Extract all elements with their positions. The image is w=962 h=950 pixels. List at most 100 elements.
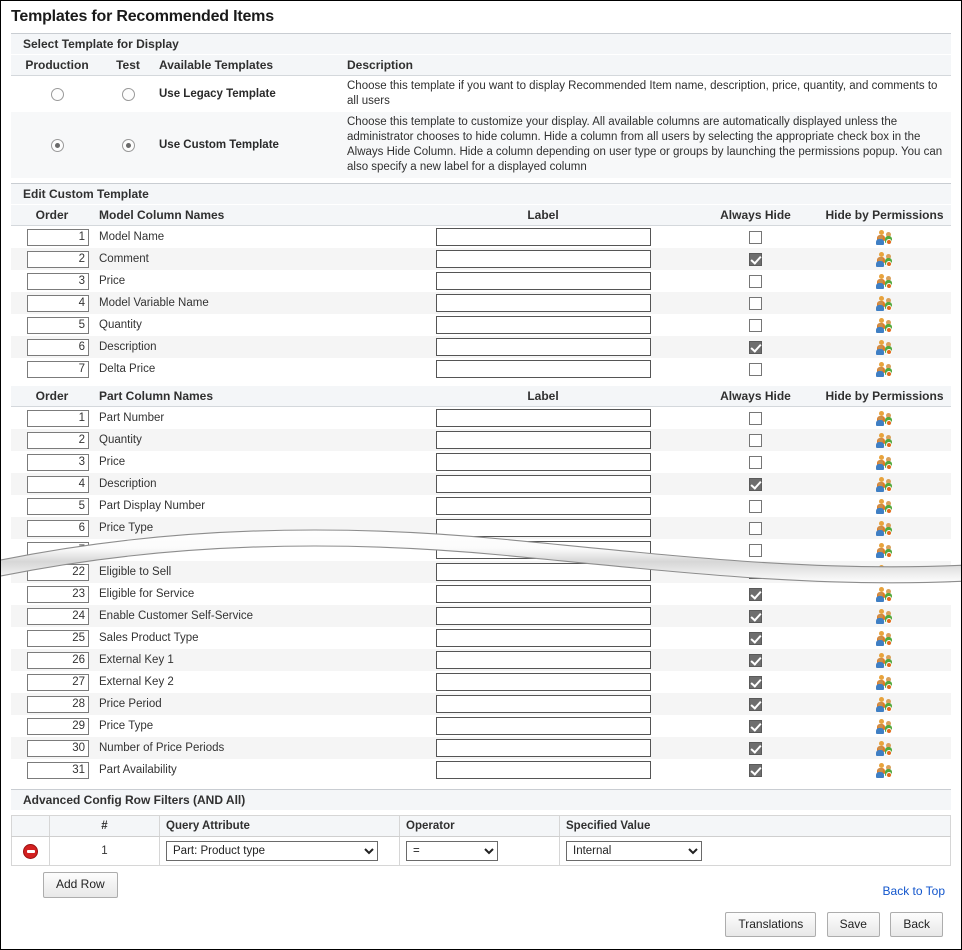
user-group-icon[interactable] [876,477,893,492]
always-hide-checkbox[interactable] [749,500,762,513]
user-group-icon[interactable] [876,521,893,536]
model-label-input[interactable] [436,316,651,334]
always-hide-checkbox[interactable] [749,720,762,733]
user-group-icon[interactable] [876,631,893,646]
part-order-input[interactable] [27,410,89,427]
user-group-icon[interactable] [876,609,893,624]
model-label-input[interactable] [436,360,651,378]
part-label-input[interactable] [436,409,651,427]
user-group-icon[interactable] [876,362,893,377]
always-hide-checkbox[interactable] [749,363,762,376]
part-order-input[interactable] [27,476,89,493]
part-label-input[interactable] [436,629,651,647]
always-hide-checkbox[interactable] [749,632,762,645]
model-label-input[interactable] [436,294,651,312]
user-group-icon[interactable] [876,653,893,668]
always-hide-checkbox[interactable] [749,275,762,288]
always-hide-checkbox[interactable] [749,698,762,711]
model-order-input[interactable] [27,273,89,290]
user-group-icon[interactable] [876,433,893,448]
part-label-input[interactable] [436,585,651,603]
user-group-icon[interactable] [876,455,893,470]
always-hide-checkbox[interactable] [749,297,762,310]
always-hide-checkbox[interactable] [749,676,762,689]
radio-test-legacy[interactable] [122,88,135,101]
user-group-icon[interactable] [876,763,893,778]
part-order-input[interactable] [27,762,89,779]
part-order-input[interactable] [27,652,89,669]
always-hide-checkbox[interactable] [749,742,762,755]
translations-button[interactable]: Translations [725,912,816,937]
model-label-input[interactable] [436,272,651,290]
back-to-top-link[interactable]: Back to Top [883,884,945,898]
always-hide-checkbox[interactable] [749,319,762,332]
part-label-input[interactable] [436,519,651,537]
part-label-input[interactable] [436,475,651,493]
always-hide-checkbox[interactable] [749,434,762,447]
radio-test-custom[interactable] [122,139,135,152]
save-button[interactable]: Save [827,912,880,937]
part-label-input[interactable] [436,563,651,581]
always-hide-checkbox[interactable] [749,566,762,579]
always-hide-checkbox[interactable] [749,654,762,667]
user-group-icon[interactable] [876,543,893,558]
part-order-input[interactable] [27,630,89,647]
specified-value-select[interactable]: Internal [566,841,702,861]
add-row-button[interactable]: Add Row [43,872,118,897]
model-order-input[interactable] [27,339,89,356]
part-order-input[interactable] [27,454,89,471]
always-hide-checkbox[interactable] [749,522,762,535]
user-group-icon[interactable] [876,719,893,734]
model-order-input[interactable] [27,229,89,246]
user-group-icon[interactable] [876,318,893,333]
model-label-input[interactable] [436,338,651,356]
part-order-input[interactable] [27,564,89,581]
part-order-input[interactable] [27,608,89,625]
part-order-input[interactable] [27,542,89,559]
part-label-input[interactable] [436,607,651,625]
model-order-input[interactable] [27,251,89,268]
part-order-input[interactable] [27,674,89,691]
always-hide-checkbox[interactable] [749,478,762,491]
part-order-input[interactable] [27,498,89,515]
user-group-icon[interactable] [876,675,893,690]
model-order-input[interactable] [27,295,89,312]
always-hide-checkbox[interactable] [749,231,762,244]
part-order-input[interactable] [27,696,89,713]
user-group-icon[interactable] [876,411,893,426]
always-hide-checkbox[interactable] [749,544,762,557]
part-order-input[interactable] [27,740,89,757]
user-group-icon[interactable] [876,340,893,355]
always-hide-checkbox[interactable] [749,253,762,266]
user-group-icon[interactable] [876,697,893,712]
always-hide-checkbox[interactable] [749,764,762,777]
part-label-input[interactable] [436,541,651,559]
part-label-input[interactable] [436,717,651,735]
part-order-input[interactable] [27,432,89,449]
model-order-input[interactable] [27,361,89,378]
user-group-icon[interactable] [876,499,893,514]
user-group-icon[interactable] [876,565,893,580]
user-group-icon[interactable] [876,587,893,602]
user-group-icon[interactable] [876,230,893,245]
part-label-input[interactable] [436,673,651,691]
user-group-icon[interactable] [876,274,893,289]
always-hide-checkbox[interactable] [749,412,762,425]
radio-production-custom[interactable] [51,139,64,152]
part-label-input[interactable] [436,651,651,669]
part-label-input[interactable] [436,761,651,779]
part-label-input[interactable] [436,453,651,471]
model-label-input[interactable] [436,228,651,246]
part-label-input[interactable] [436,497,651,515]
user-group-icon[interactable] [876,296,893,311]
part-order-input[interactable] [27,586,89,603]
user-group-icon[interactable] [876,741,893,756]
query-attribute-select[interactable]: Part: Product type [166,841,378,861]
part-label-input[interactable] [436,431,651,449]
radio-production-legacy[interactable] [51,88,64,101]
part-label-input[interactable] [436,695,651,713]
always-hide-checkbox[interactable] [749,588,762,601]
model-label-input[interactable] [436,250,651,268]
part-order-input[interactable] [27,718,89,735]
always-hide-checkbox[interactable] [749,341,762,354]
